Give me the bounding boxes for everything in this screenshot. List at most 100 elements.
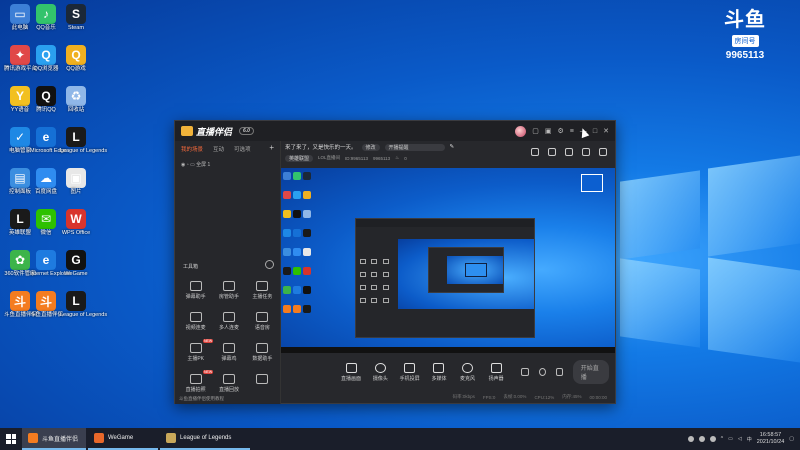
timer-icon[interactable] bbox=[538, 368, 546, 376]
close-icon[interactable]: ✕ bbox=[603, 127, 609, 135]
skin-icon[interactable]: ▣ bbox=[545, 127, 552, 135]
tool-item[interactable]: 主播任务 bbox=[246, 281, 279, 300]
pencil-icon[interactable]: ✎ bbox=[450, 144, 455, 150]
desktop-icon[interactable]: e Microsoft Edge bbox=[30, 127, 67, 155]
preview-icon bbox=[293, 229, 301, 237]
settings-gear-icon[interactable] bbox=[555, 368, 563, 376]
scene-item[interactable]: ◉ ▫ ▭ 全屏 1 bbox=[175, 157, 280, 172]
user-avatar[interactable] bbox=[515, 125, 527, 137]
tool-item[interactable]: 直播拍照 NEW bbox=[179, 370, 214, 393]
category-badge[interactable]: 英雄联盟 bbox=[285, 154, 314, 162]
app-logo: 直播伴侣 6.0 bbox=[181, 125, 254, 138]
app-icon: 斗 bbox=[10, 291, 30, 311]
edit-announcement-button[interactable]: 修改 bbox=[361, 143, 380, 151]
tool-item[interactable]: 多人连麦 bbox=[212, 312, 245, 331]
microphone-button[interactable]: 麦克风 bbox=[458, 362, 477, 382]
preview-taskbar bbox=[281, 347, 615, 353]
nested-preview bbox=[398, 239, 534, 309]
status-item: 内存:45% bbox=[562, 394, 582, 399]
clock[interactable]: 16:58:57 2021/10/24 bbox=[757, 432, 785, 446]
notification-icon[interactable]: ▢ bbox=[789, 436, 794, 442]
menu-icon[interactable]: ≡ bbox=[570, 128, 574, 135]
share-icon[interactable] bbox=[599, 148, 607, 156]
room-title[interactable]: LOL直播间 bbox=[318, 155, 340, 161]
screen-capture-label: 直播画面 bbox=[341, 375, 362, 382]
app-icon: ✦ bbox=[10, 45, 30, 65]
message-icon[interactable]: ▢ bbox=[532, 127, 539, 135]
taskbar-app[interactable]: 斗鱼直播伴侣 bbox=[22, 428, 86, 450]
maximize-icon[interactable]: □ bbox=[593, 128, 597, 135]
live-preview[interactable] bbox=[281, 168, 615, 353]
microphone-icon bbox=[462, 362, 474, 373]
tool-item[interactable]: 房管助手 bbox=[212, 281, 245, 300]
desktop-icon[interactable]: G WeGame bbox=[60, 250, 92, 278]
desktop-icon[interactable]: Q 腾讯QQ bbox=[30, 86, 62, 114]
start-button[interactable] bbox=[0, 428, 22, 450]
preview-icon bbox=[293, 191, 301, 199]
tray-app-icon[interactable] bbox=[709, 436, 716, 442]
desktop-icon[interactable]: L League of Legends bbox=[60, 291, 107, 319]
desktop-icon[interactable]: S Steam bbox=[60, 4, 92, 32]
toolbox-settings-icon[interactable] bbox=[265, 260, 274, 269]
desktop-icon[interactable]: ▣ 图片 bbox=[60, 168, 92, 196]
desktop-icon[interactable]: e Internet Explorer bbox=[30, 250, 71, 278]
screen-capture-icon bbox=[345, 362, 357, 373]
preview-icon bbox=[303, 267, 311, 275]
phone-cast-button[interactable]: 手机投屏 bbox=[400, 362, 420, 382]
network-icon[interactable]: ▭ bbox=[728, 436, 733, 442]
desktop-icon[interactable]: L League of Legends bbox=[60, 127, 107, 155]
desktop-icon-label: 百度网盘 bbox=[34, 189, 57, 195]
tool-item[interactable]: 直播回放 bbox=[212, 374, 245, 393]
input-language[interactable]: 中 bbox=[747, 436, 752, 443]
eye-icon[interactable]: ◉ bbox=[181, 162, 185, 168]
tool-item[interactable]: 数据助手 bbox=[246, 343, 279, 362]
volume-icon[interactable]: ◁ bbox=[738, 436, 742, 442]
desktop-icon[interactable]: W WPS Office bbox=[60, 209, 92, 237]
lock-icon[interactable]: ▫ bbox=[187, 162, 189, 168]
tray-app-icon[interactable] bbox=[687, 436, 694, 442]
desktop-icon[interactable]: Q QQ游戏 bbox=[60, 45, 92, 73]
tab-interact[interactable]: 互动 bbox=[213, 145, 224, 153]
tab-options[interactable]: 可选项 bbox=[234, 145, 251, 153]
start-live-button[interactable]: 开始直播 bbox=[572, 360, 610, 384]
tool-label: 弹幕鸡 bbox=[221, 356, 237, 362]
chevron-up-icon[interactable]: ^ bbox=[721, 436, 723, 442]
tool-item[interactable] bbox=[246, 374, 279, 393]
bell-icon[interactable] bbox=[582, 148, 590, 156]
desktop-icon[interactable]: ☁ 百度网盘 bbox=[30, 168, 62, 196]
screen-icon[interactable] bbox=[565, 148, 573, 156]
desktop-icon[interactable]: ✉ 微信 bbox=[30, 209, 62, 237]
tool-icon bbox=[189, 281, 202, 291]
tab-scenes[interactable]: 我的场景 bbox=[181, 145, 203, 153]
nested-title-bar bbox=[356, 219, 534, 227]
speaker-button[interactable]: 扬声器 bbox=[487, 362, 506, 382]
title-bar[interactable]: 直播伴侣 6.0 ▢ ▣ ⚙ ≡ — □ ✕ bbox=[175, 121, 615, 141]
settings-icon[interactable]: ⚙ bbox=[558, 127, 564, 135]
tool-item[interactable]: 弹幕鸡 bbox=[212, 343, 245, 362]
camera-button[interactable]: 摄像头 bbox=[371, 362, 390, 382]
notice-input[interactable]: 开播提醒 bbox=[384, 143, 445, 151]
media-button[interactable]: 多媒体 bbox=[430, 362, 449, 382]
tray-app-icon[interactable] bbox=[698, 436, 705, 442]
tool-icon bbox=[189, 374, 202, 384]
tool-label: 语音房 bbox=[254, 325, 270, 331]
screen-capture-button[interactable]: 直播画面 bbox=[341, 362, 362, 382]
tool-item[interactable]: 主播PK NEW bbox=[179, 339, 214, 362]
announcement-text: 来了来了，又是快乐的一天。 bbox=[285, 145, 357, 151]
desktop-icon[interactable]: 斗斗鱼直播伴侣 bbox=[30, 291, 63, 319]
desktop-icon[interactable]: Q QQ浏览器 bbox=[30, 45, 62, 73]
desktop-icon-label: WPS Office bbox=[61, 230, 91, 236]
tool-item[interactable]: 语音房 bbox=[246, 312, 279, 331]
tool-item[interactable]: 弹幕助手 bbox=[179, 281, 212, 300]
tool-label: 视频连麦 bbox=[185, 325, 206, 331]
tutorial-link[interactable]: 斗鱼直播伴侣使用教程 bbox=[179, 396, 224, 402]
tool-item[interactable]: 视频连麦 bbox=[179, 312, 212, 331]
add-scene-button[interactable]: + bbox=[269, 144, 274, 153]
desktop-icon[interactable]: ♪ QQ音乐 bbox=[30, 4, 62, 32]
unlock-icon[interactable] bbox=[548, 148, 556, 156]
taskbar-app[interactable]: WeGame bbox=[88, 428, 158, 450]
taskbar-app[interactable]: League of Legends bbox=[160, 428, 250, 450]
desktop-icon[interactable]: ♻ 回收站 bbox=[60, 86, 92, 114]
delete-icon[interactable] bbox=[531, 148, 539, 156]
record-icon[interactable] bbox=[521, 368, 529, 376]
